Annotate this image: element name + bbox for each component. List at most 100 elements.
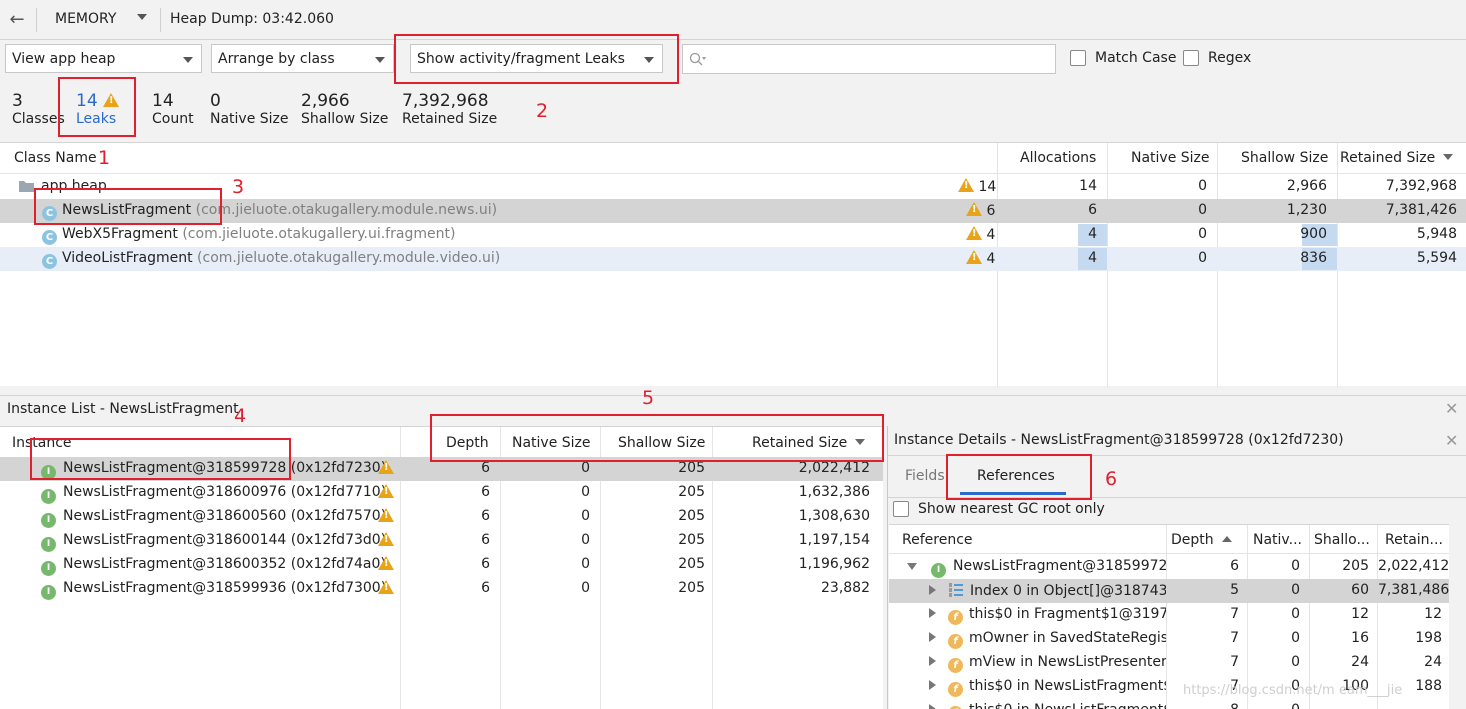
row-leaks: 14 <box>958 178 996 195</box>
arrange-select-value: Arrange by class <box>218 50 335 67</box>
instance-list-title: Instance List - NewsListFragment <box>7 401 239 417</box>
column-header-depth[interactable]: Depth <box>1171 532 1232 548</box>
row-name: I NewsListFragment@318599728 (0x12fd7230) <box>41 460 386 480</box>
column-header-retained-size[interactable]: Retained Size <box>752 435 866 451</box>
tab-fields[interactable]: Fields <box>905 468 945 484</box>
expand-arrow-icon[interactable] <box>929 632 936 642</box>
gc-root-checkbox[interactable] <box>893 501 909 517</box>
row-name: I NewsListFragment@318600144 (0x12fd73d0) <box>41 532 386 552</box>
reference-row[interactable]: fthis$0 in NewsListFragment$8 0 <box>889 699 1449 709</box>
row-native-size: 0 <box>1291 582 1300 598</box>
table-row[interactable]: I NewsListFragment@318600560 (0x12fd7570)… <box>0 505 883 529</box>
row-shallow-size: 900 <box>1300 226 1327 242</box>
collapse-arrow-icon[interactable] <box>907 563 917 570</box>
column-header-native-size[interactable]: Native Size <box>512 435 591 451</box>
leak-filter-select[interactable]: Show activity/fragment Leaks <box>410 44 663 73</box>
gc-root-label: Show nearest GC root only <box>918 501 1105 517</box>
regex-checkbox[interactable] <box>1183 50 1199 66</box>
arrange-select[interactable]: Arrange by class <box>211 44 394 73</box>
row-native-size: 0 <box>1291 630 1300 646</box>
sort-descending-icon <box>1443 154 1454 160</box>
column-header-shallow-size[interactable]: Shallow Size <box>618 435 705 451</box>
table-row[interactable]: I NewsListFragment@318599936 (0x12fd7300)… <box>0 577 883 601</box>
annotation-number: 4 <box>234 405 247 427</box>
row-shallow-size: 2,966 <box>1286 178 1327 194</box>
search-input[interactable] <box>682 44 1056 74</box>
row-leaks: 4 <box>966 250 995 267</box>
column-header-class-name[interactable]: Class Name <box>14 150 97 166</box>
back-arrow-icon[interactable]: ← <box>6 9 28 31</box>
field-icon: f <box>948 682 963 697</box>
regex-label: Regex <box>1208 50 1252 66</box>
reference-row[interactable]: f mView in NewsListPresenter@ 7 0 24 24 <box>889 651 1449 675</box>
warning-icon <box>958 178 974 192</box>
sort-ascending-icon <box>1221 536 1232 542</box>
column-header-reference[interactable]: Reference <box>902 532 973 548</box>
row-shallow-size: 205 <box>678 580 705 596</box>
shallow-size-stat: 2,966 Shallow Size <box>301 91 388 127</box>
column-header-retained-size[interactable]: Retain... <box>1385 532 1443 548</box>
regex-option[interactable]: Regex <box>1183 50 1251 66</box>
row-leaks: 6 <box>966 202 995 219</box>
chevron-down-icon <box>183 57 193 63</box>
table-row[interactable]: I NewsListFragment@318600976 (0x12fd7710)… <box>0 481 883 505</box>
row-depth: 6 <box>481 484 490 500</box>
gc-root-option[interactable]: Show nearest GC root only <box>893 501 1105 517</box>
chevron-down-icon[interactable] <box>137 14 147 20</box>
expand-arrow-icon[interactable] <box>929 704 936 709</box>
row-depth: 6 <box>481 460 490 476</box>
table-row[interactable]: I NewsListFragment@318600352 (0x12fd74a0)… <box>0 553 883 577</box>
row-shallow-size: 16 <box>1351 630 1369 646</box>
heap-select[interactable]: View app heap <box>5 44 202 73</box>
profiler-module-label[interactable]: MEMORY <box>55 11 116 27</box>
column-header-shallow-size[interactable]: Shallow Size <box>1241 150 1328 166</box>
expand-arrow-icon[interactable] <box>929 656 936 666</box>
column-header-shallow-size[interactable]: Shallo... <box>1314 532 1370 548</box>
annotation-number: 2 <box>536 100 549 122</box>
reference-row[interactable]: I NewsListFragment@318599728 (6 0 205 2,022,… <box>889 555 1449 579</box>
warning-icon <box>103 93 120 107</box>
row-native-size: 0 <box>1198 226 1207 242</box>
table-row[interactable]: C WebX5Fragment (com.jieluote.otakugaller… <box>0 223 1466 247</box>
column-header-native-size[interactable]: Native Size <box>1131 150 1210 166</box>
column-header-retained-size[interactable]: Retained Size <box>1340 150 1454 166</box>
toolbar-divider <box>36 8 37 32</box>
row-allocations: 4 <box>1088 250 1097 266</box>
row-native-size: 0 <box>581 484 590 500</box>
close-icon[interactable]: ✕ <box>1445 431 1458 450</box>
reference-row[interactable]: f this$0 in Fragment$1@31978 7 0 12 12 <box>889 603 1449 627</box>
column-header-depth[interactable]: Depth <box>446 435 489 451</box>
table-row[interactable]: C VideoListFragment (com.jieluote.otakuga… <box>0 247 1466 271</box>
count-label: Count <box>152 111 194 127</box>
expand-arrow-icon[interactable] <box>929 608 936 618</box>
leaks-count: 14 <box>76 91 120 111</box>
close-icon[interactable]: ✕ <box>1445 399 1458 418</box>
expand-arrow-icon[interactable] <box>929 680 936 690</box>
reference-row[interactable]: Index 0 in Object[]@3187439 5 0 60 7,381,486 <box>889 579 1449 603</box>
row-name: Index 0 in Object[]@3187439 <box>929 582 1166 599</box>
reference-row[interactable]: f mOwner in SavedStateRegist 7 0 16 198 <box>889 627 1449 651</box>
table-row[interactable]: C NewsListFragment (com.jieluote.otakugal… <box>0 199 1466 223</box>
column-header-native-size[interactable]: Nativ... <box>1253 532 1302 548</box>
table-row[interactable]: I NewsListFragment@318600144 (0x12fd73d0)… <box>0 529 883 553</box>
row-shallow-size: 205 <box>678 484 705 500</box>
row-depth: 6 <box>481 580 490 596</box>
table-row-app-heap[interactable]: app heap 14 14 0 2,966 7,392,968 <box>0 175 1466 199</box>
match-case-checkbox[interactable] <box>1070 50 1086 66</box>
row-name: I NewsListFragment@318599728 ( <box>907 558 1166 578</box>
column-header-instance[interactable]: Instance <box>12 435 72 451</box>
row-shallow-size: 60 <box>1351 582 1369 598</box>
array-icon <box>949 583 963 597</box>
expand-arrow-icon[interactable] <box>929 585 936 595</box>
retained-size-stat: 7,392,968 Retained Size <box>402 91 497 127</box>
instance-icon: I <box>41 561 56 576</box>
active-tab-indicator <box>960 492 1066 495</box>
row-allocations: 4 <box>1088 226 1097 242</box>
column-header-allocations[interactable]: Allocations <box>1020 150 1096 166</box>
tab-references[interactable]: References <box>977 468 1055 484</box>
table-row[interactable]: I NewsListFragment@318599728 (0x12fd7230)… <box>0 457 883 481</box>
scrollbar[interactable] <box>1449 524 1466 709</box>
leaks-stat[interactable]: 14 Leaks <box>76 91 120 127</box>
warning-icon <box>966 202 982 216</box>
match-case-option[interactable]: Match Case <box>1070 50 1176 66</box>
